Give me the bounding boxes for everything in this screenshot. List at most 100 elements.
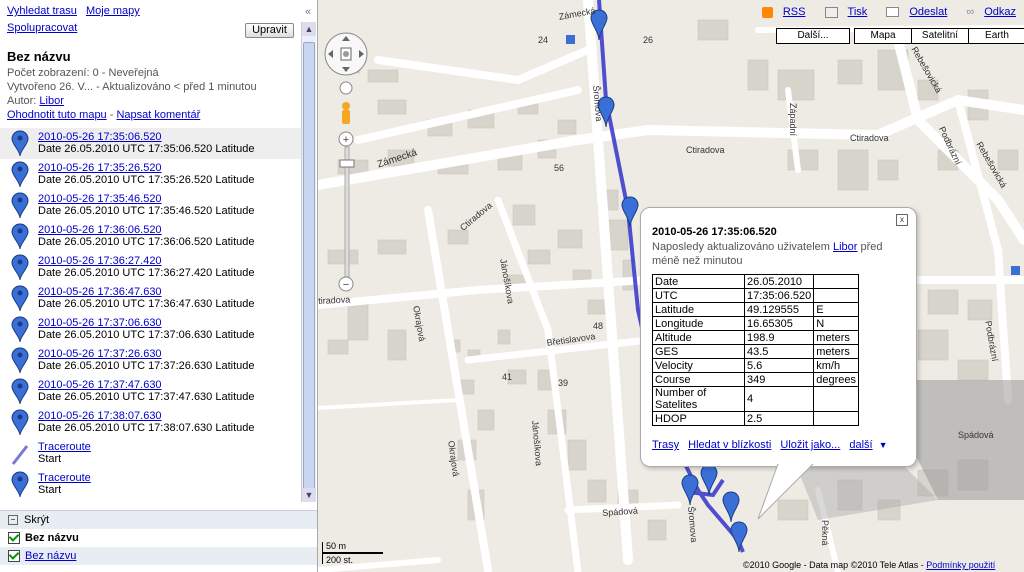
routes-link[interactable]: Trasy: [652, 439, 679, 451]
item-title[interactable]: Traceroute: [38, 441, 91, 453]
top-nav: Vyhledat trasu Moje mapy: [7, 5, 146, 17]
center-icon[interactable]: [339, 81, 353, 95]
item-title[interactable]: 2010-05-26 17:35:26.520: [38, 162, 162, 174]
edit-button[interactable]: Upravit: [245, 23, 294, 38]
map-title: Bez názvu: [7, 49, 71, 64]
search-nearby-link[interactable]: Hledat v blízkosti: [688, 439, 771, 451]
checkbox-checked-icon[interactable]: [8, 532, 20, 545]
table-cell: 43.5: [743, 344, 815, 359]
checkbox-checked-icon[interactable]: [8, 550, 20, 563]
sidebar-scrollbar[interactable]: ▲ ▼: [301, 22, 316, 502]
item-description: Date 26.05.2010 UTC 17:36:27.420 Latitud…: [38, 267, 255, 279]
rss-link[interactable]: RSS: [754, 6, 805, 18]
map-button[interactable]: Mapa: [854, 28, 912, 44]
list-item[interactable]: 2010-05-26 17:35:06.520 Date 26.05.2010 U…: [0, 128, 301, 159]
layer-name: Bez názvu: [25, 532, 79, 544]
item-description: Date 26.05.2010 UTC 17:35:26.520 Latitud…: [38, 174, 255, 186]
pan-hand-icon[interactable]: [340, 47, 352, 61]
item-title[interactable]: 2010-05-26 17:36:06.520: [38, 224, 162, 236]
collapse-sidebar-icon[interactable]: «: [305, 6, 311, 18]
item-title[interactable]: 2010-05-26 17:38:07.630: [38, 410, 162, 422]
list-item[interactable]: 2010-05-26 17:38:07.630 Date 26.05.2010 U…: [0, 407, 301, 438]
pin-icon: [11, 223, 29, 250]
table-row: UTC 17:35:06.520: [652, 288, 859, 303]
table-cell: 16.65305: [743, 316, 815, 331]
bus-stop-icon: [566, 35, 575, 44]
more-maps-button[interactable]: Další...: [776, 28, 850, 44]
send-label: Odeslat: [909, 6, 948, 18]
item-title[interactable]: 2010-05-26 17:37:06.630: [38, 317, 162, 329]
print-link[interactable]: Tisk: [817, 6, 867, 18]
printer-icon: [824, 6, 838, 18]
item-title[interactable]: 2010-05-26 17:37:47.630: [38, 379, 162, 391]
scale-bar: 50 m 200 st.: [322, 541, 383, 565]
author-label: Autor:: [7, 95, 37, 107]
list-item[interactable]: 2010-05-26 17:35:46.520 Date 26.05.2010 U…: [0, 190, 301, 221]
link-link[interactable]: ∞ Odkaz: [958, 6, 1016, 18]
street-view-pegman-icon[interactable]: [342, 102, 350, 124]
list-item[interactable]: 2010-05-26 17:36:47.630 Date 26.05.2010 U…: [0, 283, 301, 314]
table-cell: E: [813, 302, 859, 317]
map-canvas[interactable]: Zámecká 24 Zámecká Šromova Šromova Ctira…: [318, 0, 1024, 572]
house-number: 48: [593, 321, 604, 331]
save-as-link[interactable]: Uložit jako...: [780, 439, 840, 451]
item-title[interactable]: 2010-05-26 17:35:06.520: [38, 131, 162, 143]
pin-icon: [11, 347, 29, 374]
earth-button[interactable]: Earth: [968, 28, 1024, 44]
table-cell: Course: [652, 372, 745, 387]
table-row: Course 349 degrees: [652, 372, 859, 387]
scale-imperial: 200 st.: [322, 553, 383, 565]
table-cell: Date: [652, 274, 745, 289]
zoom-slider-handle[interactable]: [339, 159, 355, 168]
envelope-icon: [886, 7, 900, 18]
my-maps-link[interactable]: Moje mapy: [86, 5, 140, 17]
pin-icon: [11, 316, 29, 343]
list-item[interactable]: 2010-05-26 17:37:47.630 Date 26.05.2010 U…: [0, 376, 301, 407]
item-description: Date 26.05.2010 UTC 17:37:26.630 Latitud…: [38, 360, 255, 372]
list-item[interactable]: 2010-05-26 17:37:26.630 Date 26.05.2010 U…: [0, 345, 301, 376]
close-icon[interactable]: x: [896, 214, 908, 226]
updated-user-link[interactable]: Libor: [833, 241, 857, 253]
item-title[interactable]: 2010-05-26 17:35:46.520: [38, 193, 162, 205]
scroll-down-icon[interactable]: ▼: [302, 488, 316, 502]
scroll-up-icon[interactable]: ▲: [302, 22, 316, 36]
layers-panel: − Skrýt Bez názvu Bez názvu: [0, 510, 317, 572]
placemark-list: 2010-05-26 17:35:06.520 Date 26.05.2010 U…: [0, 128, 301, 503]
table-row: GES 43.5 meters: [652, 344, 859, 359]
info-window: x 2010-05-26 17:35:06.520 Naposledy aktu…: [640, 207, 917, 467]
item-title[interactable]: 2010-05-26 17:36:27.420: [38, 255, 162, 267]
table-cell: N: [813, 316, 859, 331]
rate-map-link[interactable]: Ohodnotit tuto mapu: [7, 109, 107, 121]
satellite-button[interactable]: Satelitní: [911, 28, 969, 44]
scroll-thumb[interactable]: [303, 42, 315, 500]
directions-link[interactable]: Vyhledat trasu: [7, 5, 77, 17]
list-item[interactable]: Traceroute Start: [0, 469, 301, 500]
hide-toggle[interactable]: − Skrýt: [0, 511, 317, 529]
layer-link[interactable]: Bez názvu: [25, 550, 76, 562]
layer-row[interactable]: Bez názvu: [0, 547, 317, 565]
list-item[interactable]: 2010-05-26 17:36:06.520 Date 26.05.2010 U…: [0, 221, 301, 252]
list-item[interactable]: Traceroute Start: [0, 438, 301, 469]
more-link[interactable]: další: [849, 439, 872, 451]
pin-icon: [11, 378, 29, 405]
item-title[interactable]: Traceroute: [38, 472, 91, 484]
collaborate-link[interactable]: Spolupracovat: [7, 22, 77, 34]
info-window-tail: [757, 464, 814, 520]
table-cell: Longitude: [652, 316, 745, 331]
send-link[interactable]: Odeslat: [878, 6, 947, 18]
street-label: Spádová: [958, 430, 994, 440]
table-cell: 198.9: [743, 330, 815, 345]
item-title[interactable]: 2010-05-26 17:37:26.630: [38, 348, 162, 360]
table-row: Date 26.05.2010: [652, 274, 859, 289]
chevron-down-icon[interactable]: ▼: [879, 440, 888, 450]
author-link[interactable]: Libor: [39, 95, 63, 107]
terms-link[interactable]: Podmínky použití: [926, 560, 995, 570]
list-item[interactable]: 2010-05-26 17:37:06.630 Date 26.05.2010 U…: [0, 314, 301, 345]
table-cell: degrees: [813, 372, 859, 387]
list-item[interactable]: 2010-05-26 17:36:27.420 Date 26.05.2010 U…: [0, 252, 301, 283]
street-label: Ctiradova: [686, 145, 725, 155]
list-item[interactable]: 2010-05-26 17:35:26.520 Date 26.05.2010 U…: [0, 159, 301, 190]
write-comment-link[interactable]: Napsat komentář: [116, 109, 200, 121]
item-title[interactable]: 2010-05-26 17:36:47.630: [38, 286, 162, 298]
layer-row[interactable]: Bez názvu: [0, 529, 317, 547]
